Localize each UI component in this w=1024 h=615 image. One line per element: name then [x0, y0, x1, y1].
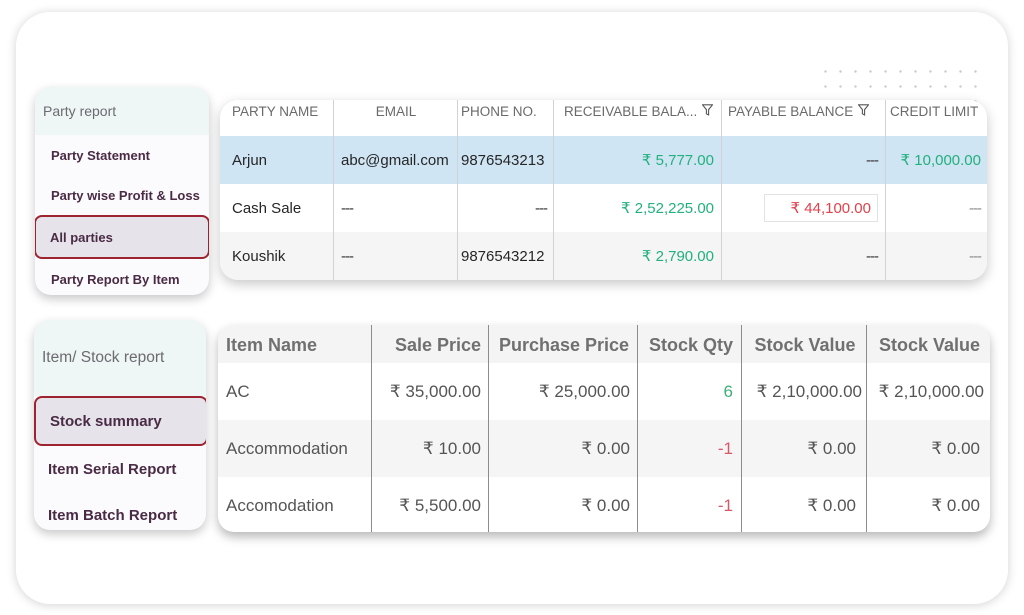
stock-value-cell-2: ₹ 0.00: [931, 438, 980, 458]
sale-price-cell: ₹ 35,000.00: [372, 363, 489, 420]
phone-cell: 9876543213: [458, 136, 554, 184]
column-header-purchase-price[interactable]: Purchase Price: [489, 325, 638, 363]
menu-item-party-statement[interactable]: Party Statement: [35, 135, 209, 175]
menu-item-all-parties[interactable]: All parties: [35, 215, 209, 259]
column-header-phone[interactable]: PHONE NO.: [458, 100, 554, 136]
item-name-cell: AC: [218, 363, 372, 420]
item-stock-report-menu-title: Item/ Stock report: [34, 320, 206, 396]
column-header-item-name[interactable]: Item Name: [218, 325, 372, 363]
email-cell: abc@gmail.com: [334, 136, 458, 184]
table-header-row: PARTY NAME EMAIL PHONE NO. RECEIVABLE BA…: [220, 100, 987, 136]
payable-value: ₹ 44,100.00: [764, 194, 878, 222]
column-header-stock-qty[interactable]: Stock Qty: [638, 325, 742, 363]
stock-qty-cell: 6: [638, 363, 742, 420]
table-row[interactable]: Accommodation ₹ 10.00 ₹ 0.00 -1 ₹ 0.00 ₹…: [218, 420, 990, 477]
column-header-payable[interactable]: PAYABLE BALANCE: [722, 100, 886, 136]
purchase-price-cell: ₹ 0.00: [489, 420, 638, 477]
menu-item-item-serial-report[interactable]: Item Serial Report: [34, 446, 206, 492]
stock-qty-cell: -1: [638, 477, 742, 532]
email-cell: ---: [334, 184, 458, 232]
stock-value-cell-2: ₹ 0.00: [931, 495, 980, 515]
payable-cell: ---: [722, 232, 886, 280]
all-parties-table: PARTY NAME EMAIL PHONE NO. RECEIVABLE BA…: [220, 100, 987, 280]
item-name-cell: Accomodation: [218, 477, 372, 532]
column-header-stock-value[interactable]: Stock Value: [742, 325, 867, 363]
item-name-cell: Accommodation: [218, 420, 372, 477]
menu-item-party-profit-loss[interactable]: Party wise Profit & Loss: [35, 175, 209, 215]
column-header-label: PHONE NO.: [461, 104, 537, 119]
party-name-cell: Arjun: [220, 136, 334, 184]
column-header-sale-price[interactable]: Sale Price: [372, 325, 489, 363]
column-header-credit-limit[interactable]: CREDIT LIMIT: [886, 100, 987, 136]
purchase-price-cell: ₹ 25,000.00: [489, 363, 638, 420]
table-row[interactable]: Cash Sale --- --- ₹ 2,52,225.00 ₹ 44,100…: [220, 184, 987, 232]
table-row[interactable]: AC ₹ 35,000.00 ₹ 25,000.00 6 ₹ 2,10,000.…: [218, 363, 990, 420]
column-header-label: PARTY NAME: [232, 104, 319, 119]
stock-value-cell-2: ₹ 2,10,000.00: [878, 381, 984, 401]
table-row[interactable]: Koushik --- 9876543212 ₹ 2,790.00 --- --…: [220, 232, 987, 280]
table-row[interactable]: Arjun abc@gmail.com 9876543213 ₹ 5,777.0…: [220, 136, 987, 184]
column-header-receivable[interactable]: RECEIVABLE BALA...: [554, 100, 722, 136]
party-report-menu-title: Party report: [35, 87, 209, 135]
column-header-label: RECEIVABLE BALA...: [564, 104, 698, 119]
filter-icon[interactable]: [858, 104, 870, 116]
credit-limit-cell: ---: [969, 247, 982, 265]
credit-limit-cell: ---: [969, 199, 982, 217]
phone-cell: ---: [458, 184, 554, 232]
party-report-menu: Party report Party Statement Party wise …: [35, 87, 209, 295]
column-header-stock-value-2[interactable]: Stock Value: [867, 325, 990, 363]
party-name-cell: Koushik: [220, 232, 334, 280]
stock-summary-table: Item Name Sale Price Purchase Price Stoc…: [218, 325, 990, 532]
credit-limit-cell: ₹ 10,000.00: [900, 152, 981, 169]
payable-cell: ---: [722, 136, 886, 184]
column-header-label: CREDIT LIMIT: [890, 104, 979, 119]
menu-item-item-batch-report[interactable]: Item Batch Report: [34, 492, 206, 530]
table-header-row: Item Name Sale Price Purchase Price Stoc…: [218, 325, 990, 363]
receivable-cell: ₹ 5,777.00: [554, 136, 722, 184]
sale-price-cell: ₹ 5,500.00: [372, 477, 489, 532]
email-cell: ---: [334, 232, 458, 280]
purchase-price-cell: ₹ 0.00: [489, 477, 638, 532]
table-row[interactable]: Accomodation ₹ 5,500.00 ₹ 0.00 -1 ₹ 0.00…: [218, 477, 990, 532]
column-header-label: EMAIL: [375, 104, 417, 119]
phone-cell: 9876543212: [458, 232, 554, 280]
column-header-label: PAYABLE BALANCE: [728, 104, 854, 119]
sale-price-cell: ₹ 10.00: [372, 420, 489, 477]
menu-item-party-report-by-item[interactable]: Party Report By Item: [35, 259, 209, 295]
payable-cell: ₹ 44,100.00: [722, 184, 886, 232]
stock-value-cell: ₹ 0.00: [742, 420, 867, 477]
column-header-email[interactable]: EMAIL: [334, 100, 458, 136]
column-header-party-name[interactable]: PARTY NAME: [220, 100, 334, 136]
stock-qty-cell: -1: [638, 420, 742, 477]
receivable-cell: ₹ 2,52,225.00: [554, 184, 722, 232]
stock-value-cell: ₹ 0.00: [742, 477, 867, 532]
menu-item-stock-summary[interactable]: Stock summary: [34, 396, 206, 446]
filter-icon[interactable]: [702, 104, 714, 116]
stock-value-cell: ₹ 2,10,000.00: [742, 363, 867, 420]
item-stock-report-menu: Item/ Stock report Stock summary Item Se…: [34, 320, 206, 530]
receivable-cell: ₹ 2,790.00: [554, 232, 722, 280]
party-name-cell: Cash Sale: [220, 184, 334, 232]
